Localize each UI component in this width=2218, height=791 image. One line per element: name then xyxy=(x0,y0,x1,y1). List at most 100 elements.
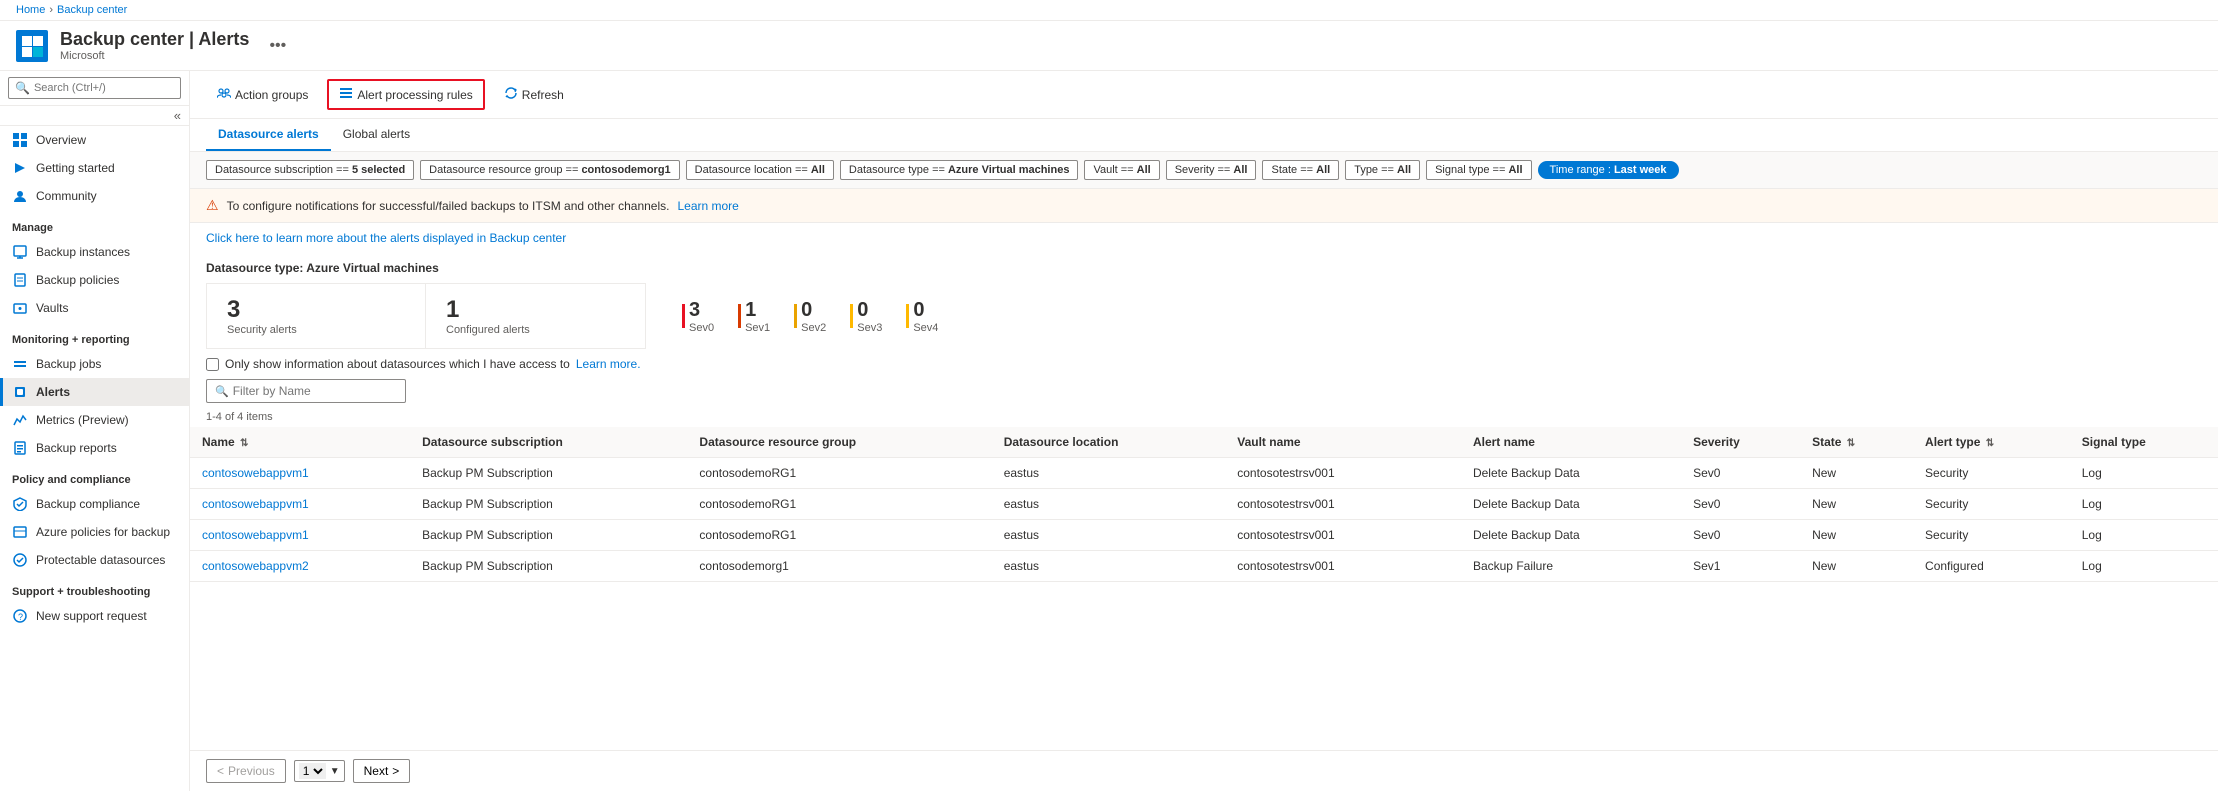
next-label: Next xyxy=(364,764,389,778)
configured-alerts-label: Configured alerts xyxy=(446,324,625,336)
sidebar-label-azure-policies: Azure policies for backup xyxy=(36,525,170,539)
svg-text:?: ? xyxy=(18,612,23,622)
sidebar-item-new-support[interactable]: ? New support request xyxy=(0,602,189,630)
sidebar-search[interactable]: 🔍 xyxy=(8,77,181,99)
sidebar-collapse[interactable]: « xyxy=(0,106,189,126)
warning-icon: ⚠ xyxy=(206,197,219,214)
col-header-severity: Severity xyxy=(1681,427,1800,458)
sev3-label: Sev3 xyxy=(857,322,882,334)
sidebar-item-getting-started[interactable]: Getting started xyxy=(0,154,189,182)
sidebar-label-backup-policies: Backup policies xyxy=(36,273,119,287)
next-button[interactable]: Next > xyxy=(353,759,411,783)
sidebar-item-alerts[interactable]: Alerts xyxy=(0,378,189,406)
app-icon xyxy=(16,30,48,62)
info-link-anchor[interactable]: Click here to learn more about the alert… xyxy=(206,231,566,245)
checkbox-learn-more[interactable]: Learn more. xyxy=(576,357,641,371)
sort-name[interactable]: ⇅ xyxy=(240,438,248,449)
sidebar-label-vaults: Vaults xyxy=(36,301,68,315)
section-support: Support + troubleshooting xyxy=(0,574,189,602)
sidebar-item-backup-compliance[interactable]: Backup compliance xyxy=(0,490,189,518)
refresh-button[interactable]: Refresh xyxy=(493,80,575,109)
page-select-input[interactable]: 1 xyxy=(299,763,326,779)
cell-location: eastus xyxy=(992,458,1226,489)
cell-alert-type: Configured xyxy=(1913,551,2070,582)
search-input[interactable] xyxy=(34,82,174,94)
cell-alert-name: Backup Failure xyxy=(1461,551,1681,582)
backup-compliance-icon xyxy=(12,496,28,512)
cell-subscription: Backup PM Subscription xyxy=(410,458,687,489)
filter-time-range[interactable]: Time range : Last week xyxy=(1538,161,1679,179)
checkbox-row: Only show information about datasources … xyxy=(190,357,2218,379)
table-row[interactable]: contosowebappvm1 Backup PM Subscription … xyxy=(190,458,2218,489)
table-row[interactable]: contosowebappvm1 Backup PM Subscription … xyxy=(190,489,2218,520)
sidebar-item-backup-reports[interactable]: Backup reports xyxy=(0,434,189,462)
filter-signal-type[interactable]: Signal type == All xyxy=(1426,160,1531,180)
sidebar-label-getting-started: Getting started xyxy=(36,161,115,175)
tab-datasource-alerts[interactable]: Datasource alerts xyxy=(206,119,331,151)
cell-signal-type: Log xyxy=(2070,458,2218,489)
sidebar-item-protectable-datasources[interactable]: Protectable datasources xyxy=(0,546,189,574)
sort-alert-type[interactable]: ⇅ xyxy=(1986,438,1994,449)
cell-severity: Sev0 xyxy=(1681,520,1800,551)
security-alerts-count: 3 xyxy=(227,296,405,324)
col-header-alert-type: Alert type ⇅ xyxy=(1913,427,2070,458)
breadcrumb-home[interactable]: Home xyxy=(16,4,45,16)
page-selector[interactable]: 1 ▼ xyxy=(294,760,345,782)
stat-card-security[interactable]: 3 Security alerts xyxy=(206,283,426,349)
cell-name: contosowebappvm2 xyxy=(190,551,410,582)
filter-location[interactable]: Datasource location == All xyxy=(686,160,834,180)
refresh-label: Refresh xyxy=(522,88,564,102)
filter-resource-group[interactable]: Datasource resource group == contosodemo… xyxy=(420,160,680,180)
sev4-stat: 0 Sev4 xyxy=(906,299,938,334)
filter-type[interactable]: Type == All xyxy=(1345,160,1420,180)
alert-processing-rules-button[interactable]: Alert processing rules xyxy=(327,79,484,110)
alerts-icon xyxy=(12,384,28,400)
filter-subscription[interactable]: Datasource subscription == 5 selected xyxy=(206,160,414,180)
sidebar-item-metrics[interactable]: Metrics (Preview) xyxy=(0,406,189,434)
tab-global-alerts[interactable]: Global alerts xyxy=(331,119,422,151)
security-alerts-label: Security alerts xyxy=(227,324,405,336)
sidebar-label-protectable-datasources: Protectable datasources xyxy=(36,553,165,567)
sidebar-label-new-support: New support request xyxy=(36,609,147,623)
prev-button[interactable]: < Previous xyxy=(206,759,286,783)
filter-severity[interactable]: Severity == All xyxy=(1166,160,1257,180)
breadcrumb: Home › Backup center xyxy=(0,0,2218,21)
table-row[interactable]: contosowebappvm1 Backup PM Subscription … xyxy=(190,520,2218,551)
main-content: Action groups Alert processing rules Ref… xyxy=(190,71,2218,791)
access-checkbox[interactable] xyxy=(206,358,219,371)
filter-state[interactable]: State == All xyxy=(1262,160,1339,180)
cell-alert-name: Delete Backup Data xyxy=(1461,458,1681,489)
stats-datasource-type: Datasource type: Azure Virtual machines xyxy=(206,261,2202,275)
sidebar-label-backup-reports: Backup reports xyxy=(36,441,117,455)
cell-vault: contosotestrsv001 xyxy=(1225,458,1461,489)
warning-learn-more[interactable]: Learn more xyxy=(677,199,738,213)
stat-card-configured[interactable]: 1 Configured alerts xyxy=(426,283,646,349)
table-row[interactable]: contosowebappvm2 Backup PM Subscription … xyxy=(190,551,2218,582)
sidebar-item-community[interactable]: Community xyxy=(0,182,189,210)
col-header-name: Name ⇅ xyxy=(190,427,410,458)
vaults-icon xyxy=(12,300,28,316)
breadcrumb-parent[interactable]: Backup center xyxy=(57,4,127,16)
sidebar-item-backup-instances[interactable]: Backup instances xyxy=(0,238,189,266)
cell-resource-group: contosodemoRG1 xyxy=(687,458,991,489)
sidebar-item-backup-jobs[interactable]: Backup jobs xyxy=(0,350,189,378)
cell-resource-group: contosodemorg1 xyxy=(687,551,991,582)
sev4-bar xyxy=(906,304,909,328)
cell-subscription: Backup PM Subscription xyxy=(410,489,687,520)
sidebar-label-metrics: Metrics (Preview) xyxy=(36,413,129,427)
sidebar-item-azure-policies[interactable]: Azure policies for backup xyxy=(0,518,189,546)
sort-state[interactable]: ⇅ xyxy=(1847,438,1855,449)
sidebar-item-vaults[interactable]: Vaults xyxy=(0,294,189,322)
action-groups-button[interactable]: Action groups xyxy=(206,80,319,109)
new-support-icon: ? xyxy=(12,608,28,624)
filter-by-name-input[interactable] xyxy=(233,384,397,398)
more-icon[interactable]: ••• xyxy=(269,37,286,55)
filter-datasource-type[interactable]: Datasource type == Azure Virtual machine… xyxy=(840,160,1079,180)
sidebar-item-overview[interactable]: Overview xyxy=(0,126,189,154)
cell-resource-group: contosodemoRG1 xyxy=(687,520,991,551)
sev0-count: 3 xyxy=(689,299,714,322)
filter-vault[interactable]: Vault == All xyxy=(1084,160,1159,180)
severity-stats: 3 Sev0 1 Sev1 0 xyxy=(682,299,938,334)
sidebar-item-backup-policies[interactable]: Backup policies xyxy=(0,266,189,294)
warning-text: To configure notifications for successfu… xyxy=(227,199,670,213)
